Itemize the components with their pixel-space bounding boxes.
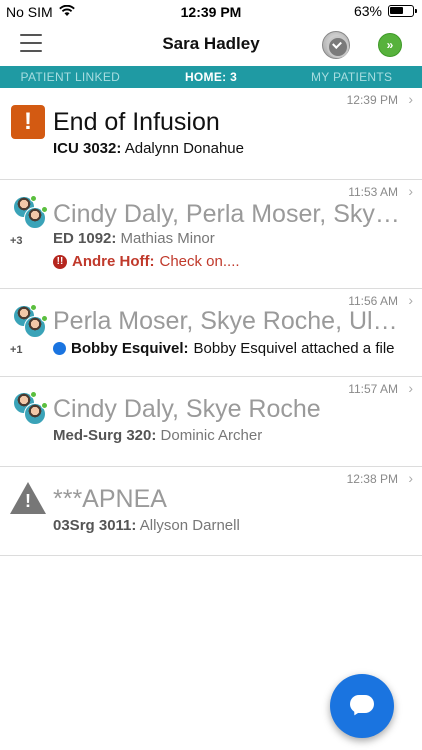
- unit-room: 03Srg 3011:: [53, 517, 137, 534]
- alert-exclamation-icon: !: [11, 105, 45, 139]
- new-message-button[interactable]: [330, 674, 394, 738]
- row-title: Cindy Daly, Perla Moser, Skye Roche: [53, 200, 403, 228]
- row-subtitle: ICU 3032: Adalynn Donahue: [53, 140, 413, 157]
- timestamp: 11:56 AM: [348, 294, 398, 308]
- unit-room: Med-Surg 320:: [53, 427, 157, 444]
- alert-message: !! Andre Hoff: Check on....: [53, 253, 240, 270]
- avatar-group: [11, 304, 48, 341]
- forward-chevrons-icon[interactable]: »: [378, 33, 402, 57]
- unit-room: ED 1092:: [53, 230, 117, 247]
- row-subtitle: 03Srg 3011: Allyson Darnell: [53, 517, 413, 534]
- row-subtitle: ED 1092: Mathias Minor: [53, 230, 413, 247]
- list-item[interactable]: 11:53 AM › +3 Cindy Daly, Perla Moser, S…: [0, 180, 422, 289]
- timestamp: 11:57 AM: [348, 382, 398, 396]
- warning-exclamation-mark: !: [25, 491, 31, 511]
- conversation-list: 12:39 PM › ! End of Infusion ICU 3032: A…: [0, 88, 422, 556]
- online-indicator: [41, 402, 48, 409]
- avatar-overflow-count: +1: [10, 344, 23, 356]
- online-indicator: [41, 315, 48, 322]
- timestamp: 11:53 AM: [348, 185, 398, 199]
- timestamp: 12:39 PM: [346, 93, 398, 107]
- patient-name: Adalynn Donahue: [124, 140, 244, 157]
- battery-icon: [388, 5, 417, 17]
- online-indicator: [41, 206, 48, 213]
- patient-name: Dominic Archer: [160, 427, 263, 444]
- avatar-group: [11, 391, 48, 428]
- online-indicator: [30, 304, 37, 311]
- message-sender: Bobby Esquivel:: [71, 340, 189, 357]
- chevron-right-icon: ›: [408, 380, 413, 396]
- chevron-right-icon: ›: [408, 470, 413, 486]
- row-title: Cindy Daly, Skye Roche: [53, 395, 321, 423]
- availability-status-icon[interactable]: [322, 31, 350, 59]
- chevron-right-icon: ›: [408, 292, 413, 308]
- status-bar: No SIM 12:39 PM 63%: [0, 0, 422, 24]
- tab-my-patients[interactable]: MY PATIENTS: [281, 66, 422, 88]
- chevron-right-icon: ›: [408, 91, 413, 107]
- row-subtitle: Med-Surg 320: Dominic Archer: [53, 427, 413, 444]
- tab-patient-linked[interactable]: PATIENT LINKED: [0, 66, 141, 88]
- battery-fill: [390, 7, 403, 14]
- unit-room: ICU 3032:: [53, 140, 122, 157]
- battery-percent: 63%: [353, 3, 382, 19]
- list-item[interactable]: 12:39 PM › ! End of Infusion ICU 3032: A…: [0, 88, 422, 180]
- online-indicator: [30, 391, 37, 398]
- alert-sender: Andre Hoff:: [72, 253, 155, 270]
- message-text: Bobby Esquivel attached a file: [193, 340, 395, 357]
- last-message: Bobby Esquivel: Bobby Esquivel attached …: [53, 340, 413, 357]
- tab-bar: PATIENT LINKED HOME: 3 MY PATIENTS: [0, 66, 422, 88]
- tab-home[interactable]: HOME: 3: [141, 66, 282, 88]
- nav-title: Sara Hadley: [162, 34, 260, 53]
- list-item[interactable]: 12:38 PM › ! ***APNEA 03Srg 3011: Allyso…: [0, 467, 422, 556]
- online-indicator: [30, 195, 37, 202]
- unread-dot-icon: [53, 342, 66, 355]
- row-title: Perla Moser, Skye Roche, Ulises: [53, 307, 403, 335]
- chevron-right-icon: ›: [408, 183, 413, 199]
- alert-exclamation-icon: !!: [53, 254, 67, 269]
- patient-name: Mathias Minor: [120, 230, 215, 247]
- menu-icon[interactable]: [20, 34, 42, 52]
- row-title: End of Infusion: [53, 108, 220, 136]
- row-title: ***APNEA: [53, 485, 167, 513]
- list-item[interactable]: 11:56 AM › +1 Perla Moser, Skye Roche, U…: [0, 289, 422, 377]
- avatar-overflow-count: +3: [10, 235, 23, 247]
- patient-name: Allyson Darnell: [139, 517, 240, 534]
- list-item[interactable]: 11:57 AM › Cindy Daly, Skye Roche Med-Su…: [0, 377, 422, 467]
- alert-text: Check on....: [159, 253, 240, 270]
- timestamp: 12:38 PM: [346, 472, 398, 486]
- nav-bar: Sara Hadley »: [0, 24, 422, 66]
- avatar-group: [11, 195, 48, 232]
